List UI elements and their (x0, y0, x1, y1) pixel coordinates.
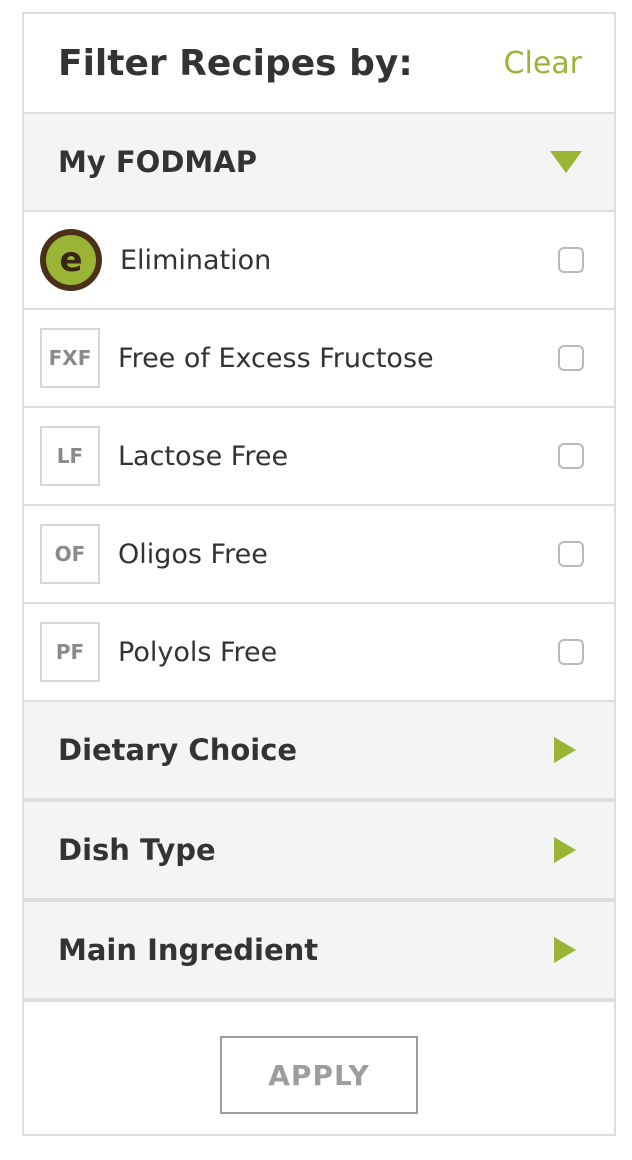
triangle-right-icon (554, 837, 576, 863)
section-main-ingredient[interactable]: Main Ingredient (24, 902, 614, 1002)
section-my-fodmap[interactable]: My FODMAP (24, 114, 614, 212)
section-dietary-choice[interactable]: Dietary Choice (24, 702, 614, 802)
triangle-down-icon (550, 151, 582, 173)
of-checkbox[interactable] (558, 541, 584, 567)
triangle-right-icon (554, 737, 576, 763)
option-label: Polyols Free (118, 636, 278, 668)
section-dish-type[interactable]: Dish Type (24, 802, 614, 902)
option-label: Elimination (120, 244, 272, 276)
pf-badge: PF (40, 622, 100, 682)
section-title-dietary-choice: Dietary Choice (58, 733, 298, 767)
option-label: Oligos Free (118, 538, 268, 570)
option-elimination[interactable]: e Elimination (24, 212, 614, 310)
section-title-dish-type: Dish Type (58, 833, 216, 867)
filter-title: Filter Recipes by: (58, 42, 413, 84)
lf-checkbox[interactable] (558, 443, 584, 469)
section-title-my-fodmap: My FODMAP (58, 145, 257, 179)
lf-badge: LF (40, 426, 100, 486)
apply-button[interactable]: APPLY (220, 1036, 418, 1114)
option-label: Lactose Free (118, 440, 289, 472)
elimination-badge-icon: e (40, 229, 102, 291)
pf-checkbox[interactable] (558, 639, 584, 665)
elimination-checkbox[interactable] (558, 247, 584, 273)
fxf-badge: FXF (40, 328, 100, 388)
filter-footer: APPLY (24, 1002, 614, 1148)
fxf-checkbox[interactable] (558, 345, 584, 371)
option-free-of-excess-fructose[interactable]: FXF Free of Excess Fructose (24, 310, 614, 408)
elimination-badge-letter: e (46, 235, 96, 285)
option-oligos-free[interactable]: OF Oligos Free (24, 506, 614, 604)
filter-header: Filter Recipes by: Clear (24, 14, 614, 114)
filter-panel: Filter Recipes by: Clear My FODMAP e Eli… (22, 12, 616, 1136)
clear-link[interactable]: Clear (504, 46, 582, 81)
triangle-right-icon (554, 937, 576, 963)
option-polyols-free[interactable]: PF Polyols Free (24, 604, 614, 702)
option-lactose-free[interactable]: LF Lactose Free (24, 408, 614, 506)
of-badge: OF (40, 524, 100, 584)
option-label: Free of Excess Fructose (118, 342, 434, 374)
section-title-main-ingredient: Main Ingredient (58, 933, 319, 967)
